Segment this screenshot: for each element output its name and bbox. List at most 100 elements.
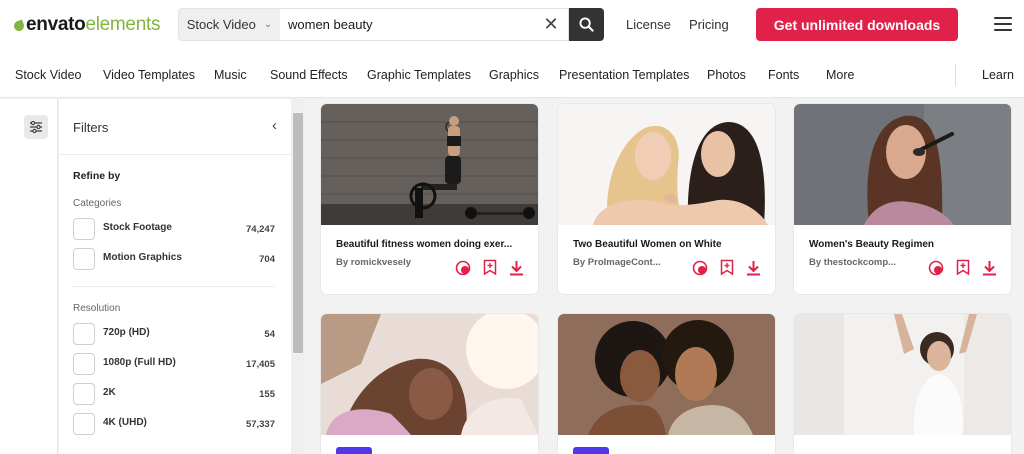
similar-items-icon[interactable] — [455, 260, 471, 276]
search-type-label: Stock Video — [186, 17, 256, 32]
nav-photos[interactable]: Photos — [707, 68, 746, 82]
filter-option-4k[interactable]: 4K (UHD) 57,337 — [73, 413, 275, 435]
bookmark-add-icon[interactable] — [720, 259, 734, 276]
get-unlimited-downloads-button[interactable]: Get unlimited downloads — [756, 8, 958, 41]
new-badge — [336, 447, 372, 454]
result-card[interactable]: Two Beautiful Women on White By ProImage… — [558, 104, 775, 294]
option-label: 1080p (Full HD) — [103, 357, 176, 368]
new-badge — [573, 447, 609, 454]
license-link[interactable]: License — [626, 17, 671, 32]
top-header: envato elements Stock Video ⌄ ✕ License … — [0, 0, 1024, 50]
video-thumbnail[interactable] — [558, 104, 775, 225]
nav-fonts[interactable]: Fonts — [768, 68, 799, 82]
pricing-link[interactable]: Pricing — [689, 17, 729, 32]
card-author[interactable]: By thestockcomp... — [809, 257, 921, 268]
filters-title: Filters — [73, 120, 109, 135]
logo-text-elements: elements — [85, 14, 161, 35]
nav-more[interactable]: More — [826, 68, 854, 82]
filters-header: Filters ‹ — [59, 99, 291, 155]
resolution-heading: Resolution — [73, 303, 121, 314]
option-label: 720p (HD) — [103, 327, 150, 338]
nav-music[interactable]: Music — [214, 68, 247, 82]
chevron-down-icon: ⌄ — [263, 19, 273, 30]
checkbox[interactable] — [73, 413, 95, 435]
result-card[interactable]: Women's Beauty Regimen By thestockcomp..… — [794, 104, 1011, 294]
nav-graphics[interactable]: Graphics — [489, 68, 539, 82]
option-label: 2K — [103, 387, 116, 398]
bookmark-add-icon[interactable] — [483, 259, 497, 276]
logo-text-envato: envato — [26, 14, 86, 35]
result-card[interactable] — [558, 314, 775, 454]
search-input[interactable] — [280, 17, 534, 32]
video-thumbnail[interactable] — [794, 314, 1011, 435]
option-count: 155 — [259, 389, 275, 400]
similar-items-icon[interactable] — [692, 260, 708, 276]
filter-option-motion-graphics[interactable]: Motion Graphics 704 — [73, 248, 275, 270]
download-icon[interactable] — [509, 260, 524, 276]
video-thumbnail[interactable] — [794, 104, 1011, 225]
filter-divider — [73, 286, 275, 287]
search-button[interactable] — [569, 8, 604, 41]
categories-heading: Categories — [73, 198, 122, 209]
filters-scrollbar[interactable] — [291, 99, 305, 454]
nav-stock-video[interactable]: Stock Video — [15, 68, 81, 82]
result-card[interactable] — [321, 314, 538, 454]
result-card[interactable] — [794, 314, 1011, 454]
clear-search-icon[interactable]: ✕ — [534, 14, 568, 35]
checkbox[interactable] — [73, 353, 95, 375]
option-count: 74,247 — [245, 224, 275, 235]
bookmark-add-icon[interactable] — [956, 259, 970, 276]
checkbox[interactable] — [73, 218, 95, 240]
category-nav: Stock Video Video Templates Music Sound … — [0, 50, 1024, 98]
search-type-dropdown[interactable]: Stock Video ⌄ — [178, 8, 280, 41]
search-bar: Stock Video ⌄ ✕ — [178, 8, 604, 41]
nav-graphic-templates[interactable]: Graphic Templates — [367, 68, 471, 82]
filter-option-720p[interactable]: 720p (HD) 54 — [73, 323, 275, 345]
card-author[interactable]: By romickvesely — [336, 257, 448, 268]
option-label: Stock Footage — [103, 222, 172, 233]
chevron-left-icon[interactable]: ‹ — [272, 117, 277, 134]
filter-option-1080p[interactable]: 1080p (Full HD) 17,405 — [73, 353, 275, 375]
video-thumbnail[interactable] — [321, 314, 538, 435]
filter-toggle-button[interactable] — [24, 115, 48, 139]
leaf-icon — [12, 19, 26, 33]
option-count: 17,405 — [245, 359, 275, 370]
sliders-icon — [30, 121, 42, 133]
filter-rail — [0, 99, 58, 454]
filter-option-stock-footage[interactable]: Stock Footage 74,247 — [73, 218, 275, 240]
search-icon — [579, 17, 594, 32]
nav-video-templates[interactable]: Video Templates — [103, 68, 195, 82]
filter-option-2k[interactable]: 2K 155 — [73, 383, 275, 405]
refine-by-heading: Refine by — [73, 170, 121, 182]
envato-elements-logo[interactable]: envato elements — [12, 14, 161, 36]
option-label: Motion Graphics — [103, 252, 182, 263]
card-actions — [928, 259, 997, 276]
nav-sound-effects[interactable]: Sound Effects — [270, 68, 348, 82]
option-count: 704 — [259, 254, 275, 265]
similar-items-icon[interactable] — [928, 260, 944, 276]
video-thumbnail[interactable] — [321, 104, 538, 225]
checkbox[interactable] — [73, 248, 95, 270]
video-thumbnail[interactable] — [558, 314, 775, 435]
nav-presentation-templates[interactable]: Presentation Templates — [559, 68, 689, 82]
download-icon[interactable] — [746, 260, 761, 276]
option-label: 4K (UHD) — [103, 417, 147, 428]
scrollbar-thumb[interactable] — [293, 113, 303, 353]
nav-divider — [955, 64, 956, 86]
card-title[interactable]: Two Beautiful Women on White — [573, 239, 763, 250]
search-field: ✕ — [280, 8, 569, 41]
hamburger-menu-icon[interactable] — [994, 17, 1012, 31]
card-actions — [692, 259, 761, 276]
result-card[interactable]: Beautiful fitness women doing exer... By… — [321, 104, 538, 294]
checkbox[interactable] — [73, 383, 95, 405]
card-title[interactable]: Women's Beauty Regimen — [809, 239, 999, 250]
nav-learn[interactable]: Learn — [982, 68, 1014, 82]
filters-panel: Filters ‹ Refine by Categories Stock Foo… — [59, 99, 291, 454]
card-author[interactable]: By ProImageCont... — [573, 257, 685, 268]
download-icon[interactable] — [982, 260, 997, 276]
option-count: 54 — [264, 329, 275, 340]
card-actions — [455, 259, 524, 276]
option-count: 57,337 — [245, 419, 275, 430]
card-title[interactable]: Beautiful fitness women doing exer... — [336, 239, 526, 250]
checkbox[interactable] — [73, 323, 95, 345]
